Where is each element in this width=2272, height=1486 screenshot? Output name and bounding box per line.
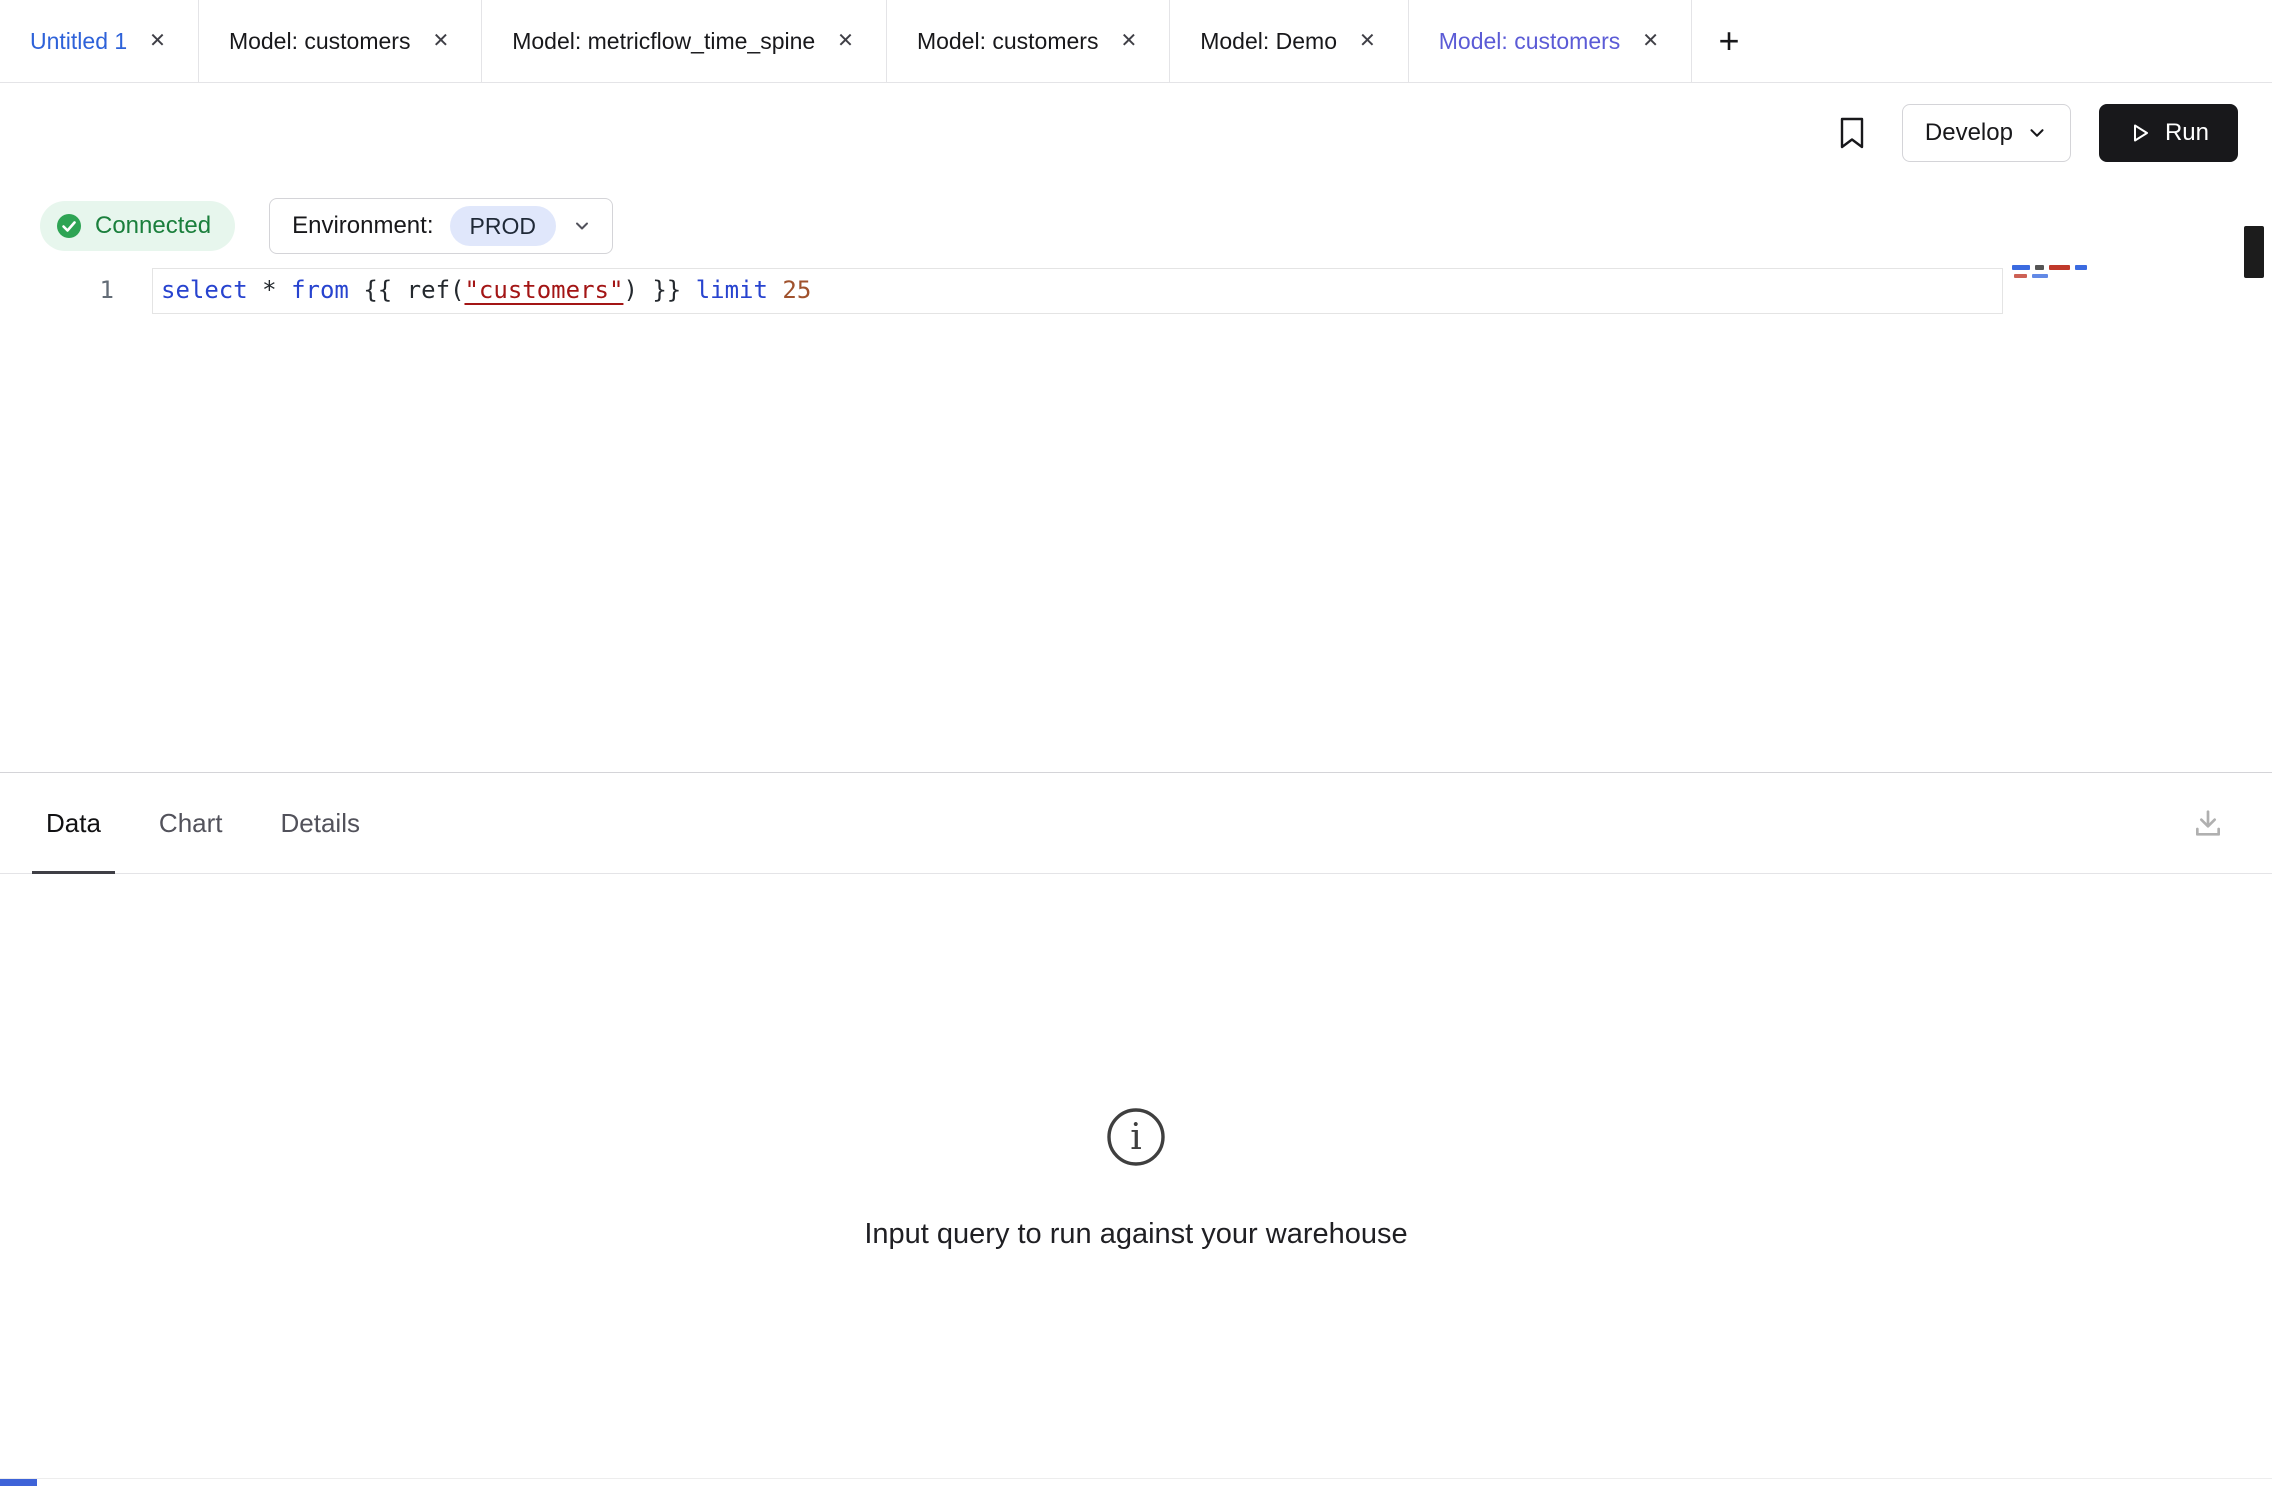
close-icon[interactable]: ✕ bbox=[430, 29, 451, 53]
download-icon[interactable] bbox=[2186, 801, 2230, 845]
tab-data[interactable]: Data bbox=[46, 773, 101, 873]
tab-label: Model: metricflow_time_spine bbox=[512, 28, 815, 55]
close-icon[interactable]: ✕ bbox=[147, 29, 168, 53]
svg-text:i: i bbox=[1130, 1117, 1142, 1158]
tab-label: Model: customers bbox=[229, 28, 411, 55]
play-icon bbox=[2128, 121, 2152, 145]
minimap-mark bbox=[2032, 274, 2048, 278]
tab-label: Untitled 1 bbox=[30, 28, 127, 55]
new-tab-button[interactable]: + bbox=[1692, 0, 1766, 82]
close-icon[interactable]: ✕ bbox=[1118, 29, 1139, 53]
tab-model-metricflow-time-spine[interactable]: Model: metricflow_time_spine ✕ bbox=[482, 0, 887, 82]
toolbar: Develop Run bbox=[0, 84, 2272, 181]
close-icon[interactable]: ✕ bbox=[1640, 29, 1661, 53]
tab-model-customers-3[interactable]: Model: customers ✕ bbox=[1409, 0, 1692, 82]
close-icon[interactable]: ✕ bbox=[835, 29, 856, 53]
code-token: "customers" bbox=[464, 276, 623, 304]
tab-label: Model: customers bbox=[917, 28, 1099, 55]
environment-selector[interactable]: Environment: PROD bbox=[269, 198, 613, 254]
environment-value-badge: PROD bbox=[450, 206, 556, 246]
info-icon: i bbox=[1105, 1106, 1167, 1168]
develop-button[interactable]: Develop bbox=[1902, 104, 2071, 162]
minimap-mark bbox=[2014, 274, 2027, 278]
tab-model-customers-2[interactable]: Model: customers ✕ bbox=[887, 0, 1170, 82]
connection-status-label: Connected bbox=[95, 212, 211, 240]
code-token: from bbox=[291, 276, 363, 304]
tab-bar: Untitled 1 ✕ Model: customers ✕ Model: m… bbox=[0, 0, 2272, 83]
tab-label: Model: customers bbox=[1439, 28, 1621, 55]
code-token: 25 bbox=[782, 276, 811, 304]
tab-untitled-1[interactable]: Untitled 1 ✕ bbox=[0, 0, 199, 82]
code-token: }} bbox=[638, 276, 696, 304]
minimap-mark bbox=[2035, 265, 2044, 270]
status-bar-edge bbox=[0, 1479, 37, 1486]
run-button[interactable]: Run bbox=[2099, 104, 2238, 162]
develop-button-label: Develop bbox=[1925, 119, 2013, 147]
code-token: limit bbox=[696, 276, 783, 304]
bookmark-icon[interactable] bbox=[1830, 111, 1874, 155]
check-circle-icon bbox=[56, 213, 82, 239]
environment-label: Environment: bbox=[292, 212, 433, 240]
chevron-down-icon bbox=[2026, 122, 2048, 144]
run-button-label: Run bbox=[2165, 119, 2209, 147]
code-token: {{ bbox=[363, 276, 406, 304]
code-token: ref bbox=[407, 276, 450, 304]
status-row: Connected Environment: PROD bbox=[40, 197, 613, 255]
code-token: ( bbox=[450, 276, 464, 304]
editor-scrollbar-thumb[interactable] bbox=[2244, 226, 2264, 278]
minimap-mark bbox=[2075, 265, 2087, 270]
tab-model-demo[interactable]: Model: Demo ✕ bbox=[1170, 0, 1409, 82]
connection-status-badge: Connected bbox=[40, 201, 235, 251]
tab-model-customers-1[interactable]: Model: customers ✕ bbox=[199, 0, 482, 82]
code-token: select bbox=[161, 276, 262, 304]
empty-state-message: Input query to run against your warehous… bbox=[864, 1218, 1407, 1251]
line-number: 1 bbox=[78, 276, 114, 304]
minimap-mark bbox=[2049, 265, 2070, 270]
sql-editor[interactable]: 1 select * from {{ ref("customers") }} l… bbox=[0, 255, 2272, 772]
app-window: Untitled 1 ✕ Model: customers ✕ Model: m… bbox=[0, 0, 2272, 1486]
code-token: * bbox=[262, 276, 291, 304]
close-icon[interactable]: ✕ bbox=[1357, 29, 1378, 53]
results-empty-state: i Input query to run against your wareho… bbox=[0, 874, 2272, 1474]
results-tab-bar: Data Chart Details bbox=[0, 772, 2272, 874]
chevron-down-icon bbox=[572, 216, 592, 236]
tab-chart[interactable]: Chart bbox=[159, 773, 223, 873]
tab-label: Model: Demo bbox=[1200, 28, 1337, 55]
code-line[interactable]: select * from {{ ref("customers") }} lim… bbox=[161, 276, 811, 304]
bottom-divider bbox=[0, 1478, 2272, 1479]
minimap-mark bbox=[2012, 265, 2030, 270]
editor-minimap bbox=[2012, 265, 2112, 289]
tab-details[interactable]: Details bbox=[281, 773, 360, 873]
code-token: ) bbox=[623, 276, 637, 304]
